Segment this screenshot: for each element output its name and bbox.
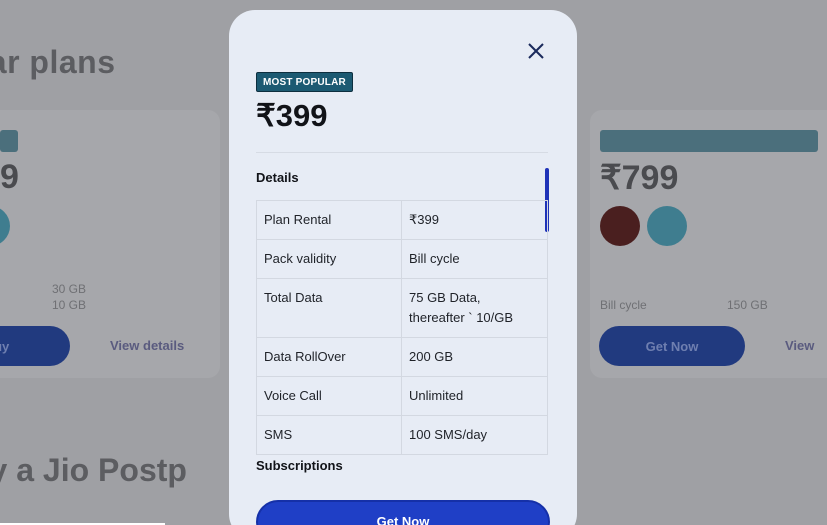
background-app-icon [0,206,10,246]
plan-price: ₹399 [256,98,328,133]
row-value: 100 SMS/day [409,427,488,442]
row-value: 75 GB Data, thereafter ` 10/GB [402,279,547,337]
background-badge [0,130,18,152]
plan-details-modal: MOST POPULAR ₹399 Details Plan Rental ₹3… [229,10,577,525]
background-plan-card-right: ₹799 Bill cycle 150 GB Get Now View [590,110,827,378]
table-row: Data RollOver 200 GB [257,338,547,377]
background-small-text: 10 GB [52,298,87,312]
row-label: Data RollOver [257,338,402,376]
background-small-text: Bill cycle [600,298,647,312]
background-plan-card-left: 9 30 GB 10 GB Buy View details [0,110,220,378]
background-price: ₹799 [600,159,679,197]
close-button[interactable] [525,40,547,62]
table-row: Plan Rental ₹399 [257,201,547,240]
background-app-icon [647,206,687,246]
background-view-details-link: View [785,338,815,353]
row-value: Bill cycle [409,251,460,266]
close-icon [528,43,544,59]
subscriptions-heading: Subscriptions [256,458,343,473]
row-label: SMS [257,416,402,454]
row-value: Unlimited [409,388,464,403]
get-now-button[interactable]: Get Now [256,500,550,525]
details-heading: Details [256,170,299,185]
background-badge [600,130,818,152]
row-label: Total Data [257,279,402,337]
background-small-text: 150 GB [727,298,768,312]
row-value-line-2: thereafter ` 10/GB [409,310,514,325]
background-price: 9 [0,158,19,196]
row-label: Voice Call [257,377,402,415]
row-label: Plan Rental [257,201,402,239]
row-value: 200 GB [409,349,454,364]
divider [256,152,548,153]
table-row: Total Data 75 GB Data, thereafter ` 10/G… [257,279,547,338]
row-value: ₹399 [409,212,439,227]
table-row: SMS 100 SMS/day [257,416,547,454]
table-row: Pack validity Bill cycle [257,240,547,279]
background-section-title: ılar plans [0,44,116,80]
row-label: Pack validity [257,240,402,278]
background-buy-button: Buy [0,326,70,366]
background-view-details-link: View details [110,338,185,353]
most-popular-badge: MOST POPULAR [256,72,353,92]
background-get-now-button: Get Now [599,326,745,366]
row-value-line-1: 75 GB Data, [409,290,481,305]
table-row: Voice Call Unlimited [257,377,547,416]
background-app-icon [600,206,640,246]
background-section-title-2: dy a Jio Postp [0,452,187,488]
background-small-text: 30 GB [52,282,87,296]
plan-details-table: Plan Rental ₹399 Pack validity Bill cycl… [256,200,548,455]
